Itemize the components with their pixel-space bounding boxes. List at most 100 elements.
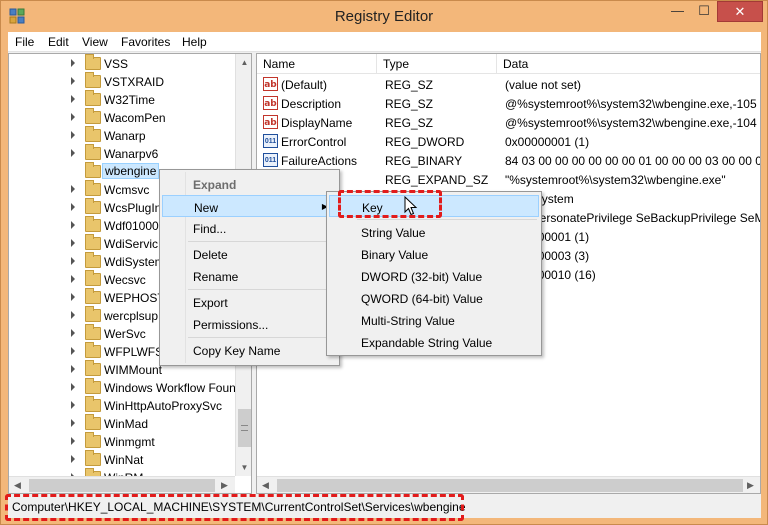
string-value-icon: ab — [263, 77, 278, 91]
tree-item[interactable]: Winmgmt — [9, 432, 237, 451]
tree-item[interactable]: Wanarp — [9, 126, 237, 145]
list-horizontal-scrollbar[interactable]: ◀ ▶ — [257, 476, 760, 493]
expand-arrow-icon[interactable] — [71, 95, 75, 103]
tree-horizontal-scrollbar[interactable]: ◀ ▶ — [9, 476, 235, 493]
expand-arrow-icon[interactable] — [71, 419, 75, 427]
string-value-icon: ab — [263, 115, 278, 129]
submenu-item-multi-string-value[interactable]: Multi-String Value — [329, 309, 539, 331]
value-row[interactable]: ab (Default) REG_SZ (value not set) — [257, 75, 760, 94]
menu-item-export[interactable]: Export — [162, 291, 337, 313]
tree-item[interactable]: WinNat — [9, 450, 237, 469]
menu-item-find[interactable]: Find... — [162, 217, 337, 239]
menu-help[interactable]: Help — [182, 35, 207, 49]
expand-arrow-icon[interactable] — [71, 185, 75, 193]
minimize-button[interactable]: — — [664, 1, 691, 22]
submenu-item-binary-value[interactable]: Binary Value — [329, 243, 539, 265]
value-row[interactable]: 011 ErrorControl REG_DWORD 0x00000001 (1) — [257, 132, 760, 151]
submenu-item-string-value[interactable]: String Value — [329, 221, 539, 243]
column-header-data[interactable]: Data — [497, 54, 760, 74]
expand-arrow-icon[interactable] — [71, 221, 75, 229]
expand-arrow-icon[interactable] — [71, 455, 75, 463]
tree-hscroll-thumb[interactable] — [29, 479, 215, 492]
menu-separator — [188, 337, 336, 338]
expand-arrow-icon[interactable] — [71, 257, 75, 265]
menu-favorites[interactable]: Favorites — [121, 35, 170, 49]
close-icon: ✕ — [734, 4, 746, 19]
submenu-item-dword-value[interactable]: DWORD (32-bit) Value — [329, 265, 539, 287]
column-header-name[interactable]: Name — [257, 54, 377, 74]
value-name: Description — [281, 97, 342, 111]
menu-item-copy-key-name[interactable]: Copy Key Name — [162, 339, 337, 361]
expand-arrow-icon[interactable] — [71, 365, 75, 373]
tree-item-label: WcsPlugIn — [104, 201, 162, 215]
tree-item[interactable]: Wanarpv6 — [9, 144, 237, 163]
tree-item-label: Wanarpv6 — [104, 147, 159, 161]
value-type: REG_SZ — [385, 97, 434, 111]
registry-editor-window: Registry Editor — ☐ ✕ File Edit View Fav… — [0, 0, 768, 525]
menu-item-rename[interactable]: Rename — [162, 265, 337, 287]
tree-item[interactable]: VSTXRAID — [9, 72, 237, 91]
menu-item-permissions[interactable]: Permissions... — [162, 313, 337, 335]
expand-arrow-icon[interactable] — [71, 203, 75, 211]
expand-arrow-icon[interactable] — [71, 347, 75, 355]
expand-arrow-icon[interactable] — [71, 59, 75, 67]
tree-item[interactable]: WinMad — [9, 414, 237, 433]
value-row[interactable]: ab Description REG_SZ @%systemroot%\system3… — [257, 94, 760, 113]
list-hscroll-thumb[interactable] — [277, 479, 743, 492]
scroll-up-icon[interactable]: ▲ — [240, 58, 249, 67]
expand-arrow-icon[interactable] — [71, 239, 75, 247]
expand-arrow-icon[interactable] — [71, 293, 75, 301]
value-name: FailureActions — [281, 154, 358, 168]
tree-item-label: wbengine — [102, 163, 160, 179]
scroll-right-icon[interactable]: ▶ — [747, 480, 754, 491]
scroll-left-icon[interactable]: ◀ — [262, 480, 269, 491]
scroll-left-icon[interactable]: ◀ — [14, 480, 21, 491]
submenu-item-expandable-string-value[interactable]: Expandable String Value — [329, 331, 539, 353]
tree-item[interactable]: Windows Workflow Foun — [9, 378, 237, 397]
key-highlight-annotation — [338, 190, 442, 218]
expand-arrow-icon[interactable] — [71, 275, 75, 283]
submenu-item-qword-value[interactable]: QWORD (64-bit) Value — [329, 287, 539, 309]
expand-arrow-icon[interactable] — [71, 401, 75, 409]
column-header-type[interactable]: Type — [377, 54, 497, 74]
folder-icon — [85, 216, 101, 232]
value-row[interactable]: ab DisplayName REG_SZ @%systemroot%\system3… — [257, 113, 760, 132]
expand-arrow-icon[interactable] — [71, 113, 75, 121]
tree-item-label: WinNat — [104, 453, 144, 467]
menu-bar: File Edit View Favorites Help — [8, 32, 761, 52]
menu-item-new[interactable]: New ▶ — [162, 195, 337, 217]
menu-separator — [357, 219, 537, 220]
tree-scroll-thumb[interactable] — [238, 409, 251, 447]
expand-arrow-icon[interactable] — [71, 383, 75, 391]
tree-item[interactable]: VSS — [9, 54, 237, 73]
expand-arrow-icon[interactable] — [71, 131, 75, 139]
expand-arrow-icon[interactable] — [71, 311, 75, 319]
folder-icon — [85, 90, 101, 106]
expand-arrow-icon[interactable] — [71, 329, 75, 337]
expand-arrow-icon[interactable] — [71, 149, 75, 157]
menu-edit[interactable]: Edit — [48, 35, 69, 49]
folder-icon — [85, 378, 101, 394]
value-type: REG_DWORD — [385, 135, 465, 149]
value-row[interactable]: 011 FailureActions REG_BINARY 84 03 00 00 0… — [257, 151, 760, 170]
folder-icon — [85, 288, 101, 304]
scroll-down-icon[interactable]: ▼ — [240, 463, 249, 472]
mouse-cursor-icon — [404, 196, 418, 216]
scroll-right-icon[interactable]: ▶ — [221, 480, 228, 491]
tree-item-label: W32Time — [104, 93, 155, 107]
folder-icon — [85, 234, 101, 250]
maximize-button[interactable]: ☐ — [691, 1, 717, 22]
close-button[interactable]: ✕ — [717, 1, 763, 22]
expand-arrow-icon[interactable] — [71, 77, 75, 85]
menu-file[interactable]: File — [15, 35, 34, 49]
tree-item[interactable]: WinHttpAutoProxySvc — [9, 396, 237, 415]
expand-arrow-icon[interactable] — [71, 437, 75, 445]
menu-item-delete[interactable]: Delete — [162, 243, 337, 265]
tree-item[interactable]: W32Time — [9, 90, 237, 109]
window-title: Registry Editor — [334, 8, 434, 25]
tree-item[interactable]: WacomPen — [9, 108, 237, 127]
folder-icon — [85, 144, 101, 160]
tree-item-label: Wdf01000 — [104, 219, 159, 233]
menu-view[interactable]: View — [82, 35, 108, 49]
folder-icon — [85, 72, 101, 88]
